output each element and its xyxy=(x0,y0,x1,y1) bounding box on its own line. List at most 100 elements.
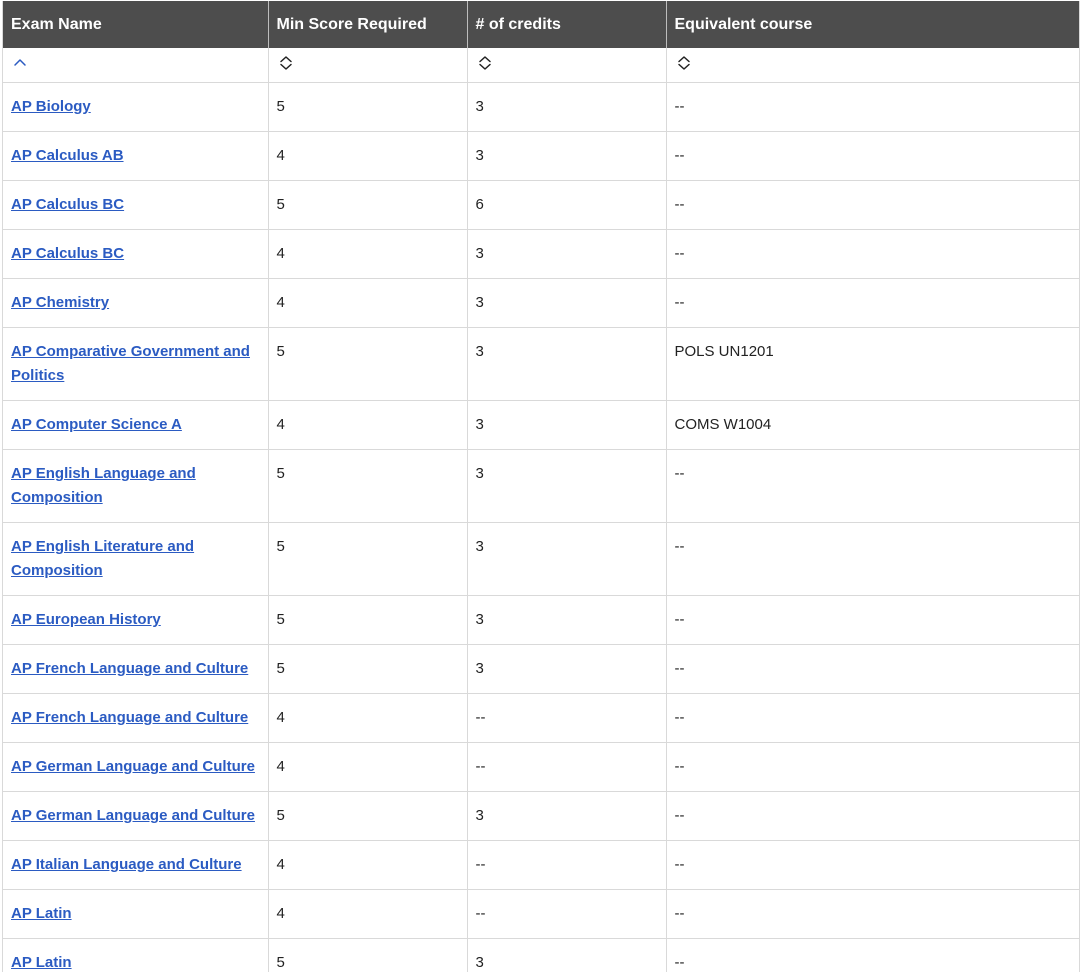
credits: 3 xyxy=(475,294,484,311)
sort-updown-icon[interactable] xyxy=(476,54,494,72)
min-score: 4 xyxy=(276,709,285,726)
exam-link[interactable]: AP French Language and Culture xyxy=(11,709,248,726)
credits-cell: -- xyxy=(467,693,667,743)
equivalent-course-cell: -- xyxy=(666,522,1079,596)
exam-link[interactable]: AP Comparative Government and Politics xyxy=(11,343,250,384)
equivalent-course-cell: -- xyxy=(666,595,1079,645)
credits-cell: 3 xyxy=(467,82,667,132)
equivalent-course: -- xyxy=(674,465,685,482)
credits-cell: -- xyxy=(467,742,667,792)
exam-link[interactable]: AP Computer Science A xyxy=(11,416,182,433)
equivalent-course: -- xyxy=(674,856,685,873)
credits: -- xyxy=(475,709,486,726)
credits-cell: 3 xyxy=(467,229,667,279)
exam-name-cell: AP Calculus BC xyxy=(3,229,269,279)
equivalent-course: POLS UN1201 xyxy=(674,343,774,360)
exam-link[interactable]: AP Latin xyxy=(11,905,72,922)
min-score: 4 xyxy=(276,856,285,873)
exam-link[interactable]: AP English Literature and Composition xyxy=(11,538,194,579)
table-row: AP European History 5 3 -- xyxy=(3,595,1079,645)
min-score: 5 xyxy=(276,807,285,824)
min-score: 4 xyxy=(276,245,285,262)
header-credits[interactable]: # of credits xyxy=(467,1,667,48)
ap-credit-table-container: Exam Name Min Score Required # of credit… xyxy=(2,1,1080,972)
sort-controls-row xyxy=(3,48,1079,83)
credits-cell: -- xyxy=(467,889,667,939)
credits: 3 xyxy=(475,245,484,262)
exam-link[interactable]: AP European History xyxy=(11,611,161,628)
table-row: AP English Literature and Composition 5 … xyxy=(3,522,1079,596)
equivalent-course-cell: -- xyxy=(666,644,1079,694)
equivalent-course-cell: -- xyxy=(666,693,1079,743)
exam-link[interactable]: AP Chemistry xyxy=(11,294,109,311)
table-row: AP English Language and Composition 5 3 … xyxy=(3,449,1079,523)
equivalent-course-cell: -- xyxy=(666,449,1079,523)
min-score: 5 xyxy=(276,611,285,628)
exam-name-cell: AP French Language and Culture xyxy=(3,693,269,743)
sort-updown-icon[interactable] xyxy=(675,54,693,72)
equivalent-course: -- xyxy=(674,245,685,262)
credits: -- xyxy=(475,856,486,873)
table-row: AP Italian Language and Culture 4 -- -- xyxy=(3,840,1079,890)
table-body: AP Biology 5 3 -- AP Calculus AB 4 3 -- … xyxy=(3,82,1079,972)
min-score-cell: 5 xyxy=(268,595,468,645)
exam-name-cell: AP Latin xyxy=(3,889,269,939)
equivalent-course: -- xyxy=(674,758,685,775)
equivalent-course-cell: -- xyxy=(666,938,1079,972)
exam-name-cell: AP Computer Science A xyxy=(3,400,269,450)
min-score-cell: 5 xyxy=(268,180,468,230)
table-row: AP French Language and Culture 4 -- -- xyxy=(3,693,1079,743)
min-score-cell: 5 xyxy=(268,82,468,132)
table-row: AP Calculus BC 4 3 -- xyxy=(3,229,1079,279)
min-score-cell: 4 xyxy=(268,229,468,279)
table-header-row: Exam Name Min Score Required # of credit… xyxy=(3,1,1079,48)
exam-link[interactable]: AP Calculus BC xyxy=(11,245,124,262)
table-row: AP Comparative Government and Politics 5… xyxy=(3,327,1079,401)
table-row: AP German Language and Culture 4 -- -- xyxy=(3,742,1079,792)
exam-link[interactable]: AP Biology xyxy=(11,98,91,115)
credits: 3 xyxy=(475,416,484,433)
min-score-cell: 5 xyxy=(268,327,468,401)
credits: 3 xyxy=(475,660,484,677)
min-score-cell: 5 xyxy=(268,938,468,972)
exam-name-cell: AP Comparative Government and Politics xyxy=(3,327,269,401)
exam-link[interactable]: AP English Language and Composition xyxy=(11,465,196,506)
header-equivalent-course[interactable]: Equivalent course xyxy=(666,1,1079,48)
sort-updown-icon[interactable] xyxy=(277,54,295,72)
sort-cell-exam xyxy=(3,48,269,83)
chevron-up-icon[interactable] xyxy=(11,54,29,72)
credits: 3 xyxy=(475,954,484,971)
credits: 3 xyxy=(475,611,484,628)
header-min-score[interactable]: Min Score Required xyxy=(268,1,468,48)
credits: -- xyxy=(475,758,486,775)
credits: 3 xyxy=(475,465,484,482)
header-exam-name[interactable]: Exam Name xyxy=(3,1,269,48)
min-score-cell: 4 xyxy=(268,889,468,939)
exam-link[interactable]: AP French Language and Culture xyxy=(11,660,248,677)
table-row: AP French Language and Culture 5 3 -- xyxy=(3,644,1079,694)
credits-cell: 3 xyxy=(467,327,667,401)
exam-name-cell: AP European History xyxy=(3,595,269,645)
exam-link[interactable]: AP German Language and Culture xyxy=(11,758,255,775)
exam-link[interactable]: AP German Language and Culture xyxy=(11,807,255,824)
min-score-cell: 5 xyxy=(268,449,468,523)
exam-link[interactable]: AP Calculus BC xyxy=(11,196,124,213)
credits: -- xyxy=(475,905,486,922)
credits: 3 xyxy=(475,807,484,824)
exam-link[interactable]: AP Latin xyxy=(11,954,72,971)
equivalent-course: -- xyxy=(674,905,685,922)
table-row: AP Biology 5 3 -- xyxy=(3,82,1079,132)
exam-link[interactable]: AP Calculus AB xyxy=(11,147,124,164)
exam-name-cell: AP German Language and Culture xyxy=(3,791,269,841)
min-score: 5 xyxy=(276,660,285,677)
exam-name-cell: AP English Literature and Composition xyxy=(3,522,269,596)
exam-name-cell: AP Calculus AB xyxy=(3,131,269,181)
credits-cell: 3 xyxy=(467,278,667,328)
table-row: AP German Language and Culture 5 3 -- xyxy=(3,791,1079,841)
table-row: AP Chemistry 4 3 -- xyxy=(3,278,1079,328)
min-score: 5 xyxy=(276,538,285,555)
min-score: 4 xyxy=(276,905,285,922)
exam-link[interactable]: AP Italian Language and Culture xyxy=(11,856,242,873)
credits: 3 xyxy=(475,98,484,115)
min-score-cell: 4 xyxy=(268,131,468,181)
